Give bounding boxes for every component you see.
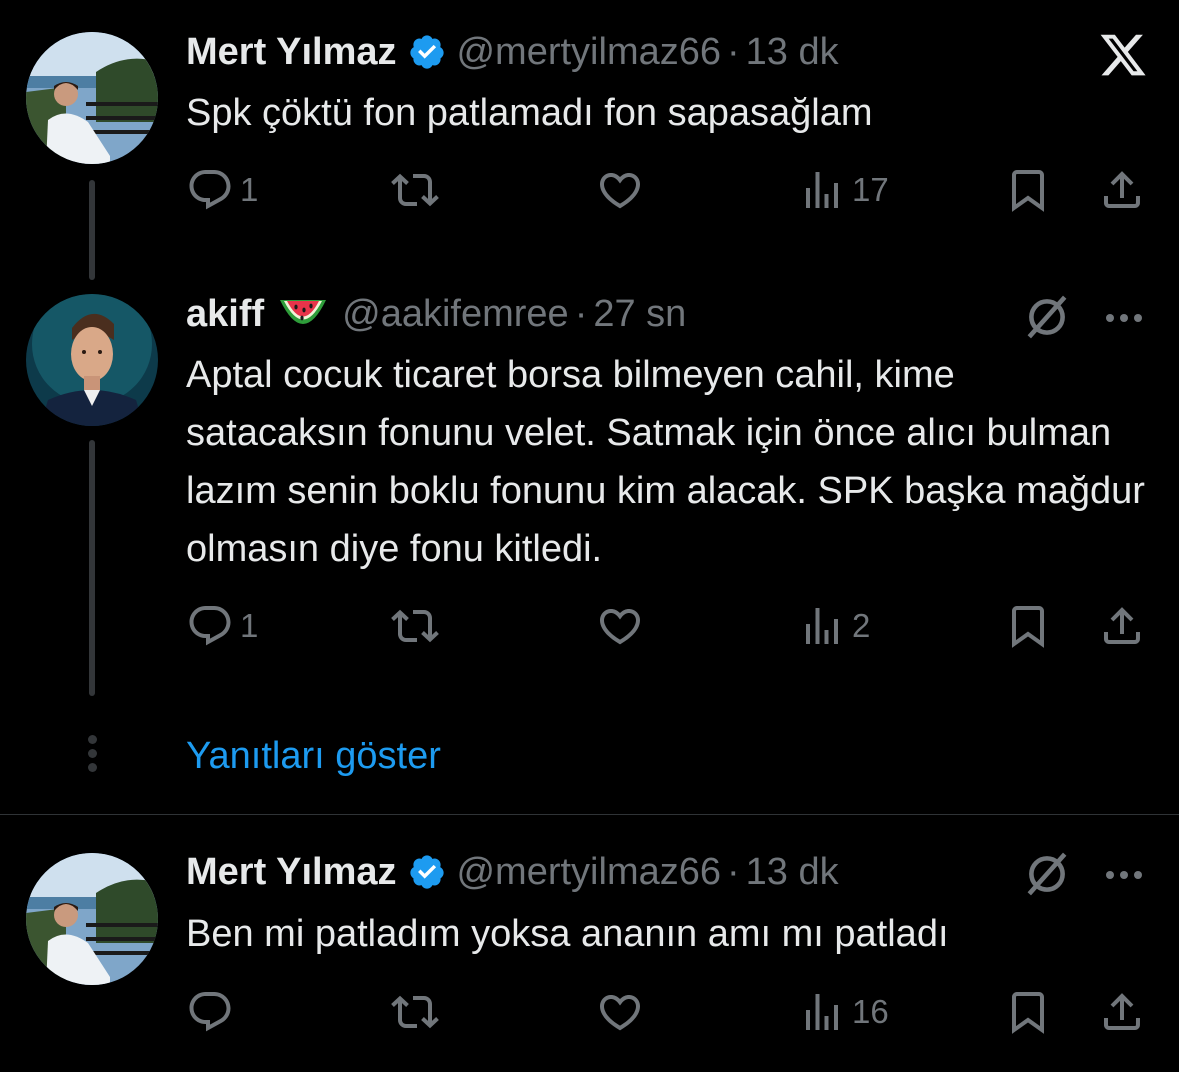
verified-badge-icon (408, 33, 446, 71)
avatar[interactable] (26, 294, 158, 426)
views-button[interactable]: 2 (798, 602, 870, 650)
separator-dot: · (727, 31, 740, 73)
views-button[interactable]: 16 (798, 988, 889, 1036)
thread-gap-dot (88, 749, 97, 758)
retweet-icon (391, 988, 439, 1036)
show-replies-link[interactable]: Yanıtları göster (186, 732, 441, 780)
watermelon-emoji (280, 300, 327, 324)
share-button[interactable] (1098, 602, 1146, 650)
author-handle[interactable]: @aakifemree (342, 292, 569, 336)
thread-gap-dot (88, 763, 97, 772)
bookmark-icon (1004, 602, 1052, 650)
reply-icon (186, 602, 234, 650)
share-button[interactable] (1098, 166, 1146, 214)
views-icon (798, 166, 846, 214)
bookmark-button[interactable] (1004, 988, 1052, 1036)
author-name[interactable]: Mert Yılmaz (186, 30, 396, 74)
retweet-button[interactable] (391, 166, 439, 214)
heart-icon (596, 988, 644, 1036)
reply-icon (186, 166, 234, 214)
reply-button[interactable]: 1 (186, 602, 258, 650)
share-icon (1098, 988, 1146, 1036)
verified-badge-icon (408, 853, 446, 891)
author-name[interactable]: akiff (186, 292, 264, 336)
tweet[interactable]: Mert Yılmaz @mertyilmaz66 · 13 dk Spk çö… (0, 0, 1179, 240)
timestamp[interactable]: 13 dk (746, 850, 839, 894)
tweet-text: Spk çöktü fon patlamadı fon sapasağlam (186, 92, 873, 134)
share-icon (1098, 166, 1146, 214)
tweet-text: Aptal cocuk ticaret borsa bilmeyen cahil… (186, 354, 1145, 570)
bookmark-icon (1004, 166, 1052, 214)
more-options-icon[interactable] (1100, 294, 1148, 342)
author-handle[interactable]: @mertyilmaz66 (456, 30, 721, 74)
separator-dot: · (727, 851, 740, 893)
more-options-icon[interactable] (1100, 851, 1148, 899)
views-icon (798, 602, 846, 650)
reply-count: 1 (240, 607, 259, 644)
views-count: 16 (852, 993, 889, 1030)
views-button[interactable]: 17 (798, 166, 889, 214)
tweet-actions: 1 17 (186, 166, 1146, 216)
bookmark-button[interactable] (1004, 602, 1052, 650)
tweet[interactable]: akiff @aakifemree · 27 sn Aptal cocuk ti… (0, 280, 1179, 700)
reply-count: 1 (240, 171, 259, 208)
avatar[interactable] (26, 32, 158, 164)
views-count: 2 (852, 607, 871, 644)
heart-icon (596, 602, 644, 650)
like-button[interactable] (596, 988, 644, 1036)
views-count: 17 (852, 171, 889, 208)
heart-icon (596, 166, 644, 214)
bookmark-button[interactable] (1004, 166, 1052, 214)
tweet-header: Mert Yılmaz @mertyilmaz66 · 13 dk (186, 850, 839, 894)
author-name[interactable]: Mert Yılmaz (186, 850, 396, 894)
like-button[interactable] (596, 166, 644, 214)
like-button[interactable] (596, 602, 644, 650)
share-button[interactable] (1098, 988, 1146, 1036)
reply-button[interactable] (186, 988, 240, 1036)
tweet-header: Mert Yılmaz @mertyilmaz66 · 13 dk (186, 30, 839, 74)
timestamp[interactable]: 27 sn (593, 292, 686, 336)
retweet-icon (391, 166, 439, 214)
grok-icon[interactable] (1022, 292, 1072, 342)
reply-icon (186, 988, 234, 1036)
tweet-actions: 16 (186, 988, 1146, 1038)
share-icon (1098, 602, 1146, 650)
tweet-header: akiff @aakifemree · 27 sn (186, 292, 686, 336)
retweet-button[interactable] (391, 602, 439, 650)
author-handle[interactable]: @mertyilmaz66 (456, 850, 721, 894)
x-logo-icon (1098, 30, 1148, 80)
views-icon (798, 988, 846, 1036)
bookmark-icon (1004, 988, 1052, 1036)
tweet[interactable]: Mert Yılmaz @mertyilmaz66 · 13 dk Ben mi… (0, 815, 1179, 1072)
tweet-text: Ben mi patladım yoksa ananın amı mı patl… (186, 913, 949, 955)
grok-icon[interactable] (1022, 849, 1072, 899)
reply-button[interactable]: 1 (186, 166, 258, 214)
separator-dot: · (574, 293, 588, 335)
retweet-button[interactable] (391, 988, 439, 1036)
tweet-actions: 1 2 (186, 602, 1146, 652)
thread-gap-dot (88, 735, 97, 744)
retweet-icon (391, 602, 439, 650)
avatar[interactable] (26, 853, 158, 985)
timestamp[interactable]: 13 dk (746, 30, 839, 74)
